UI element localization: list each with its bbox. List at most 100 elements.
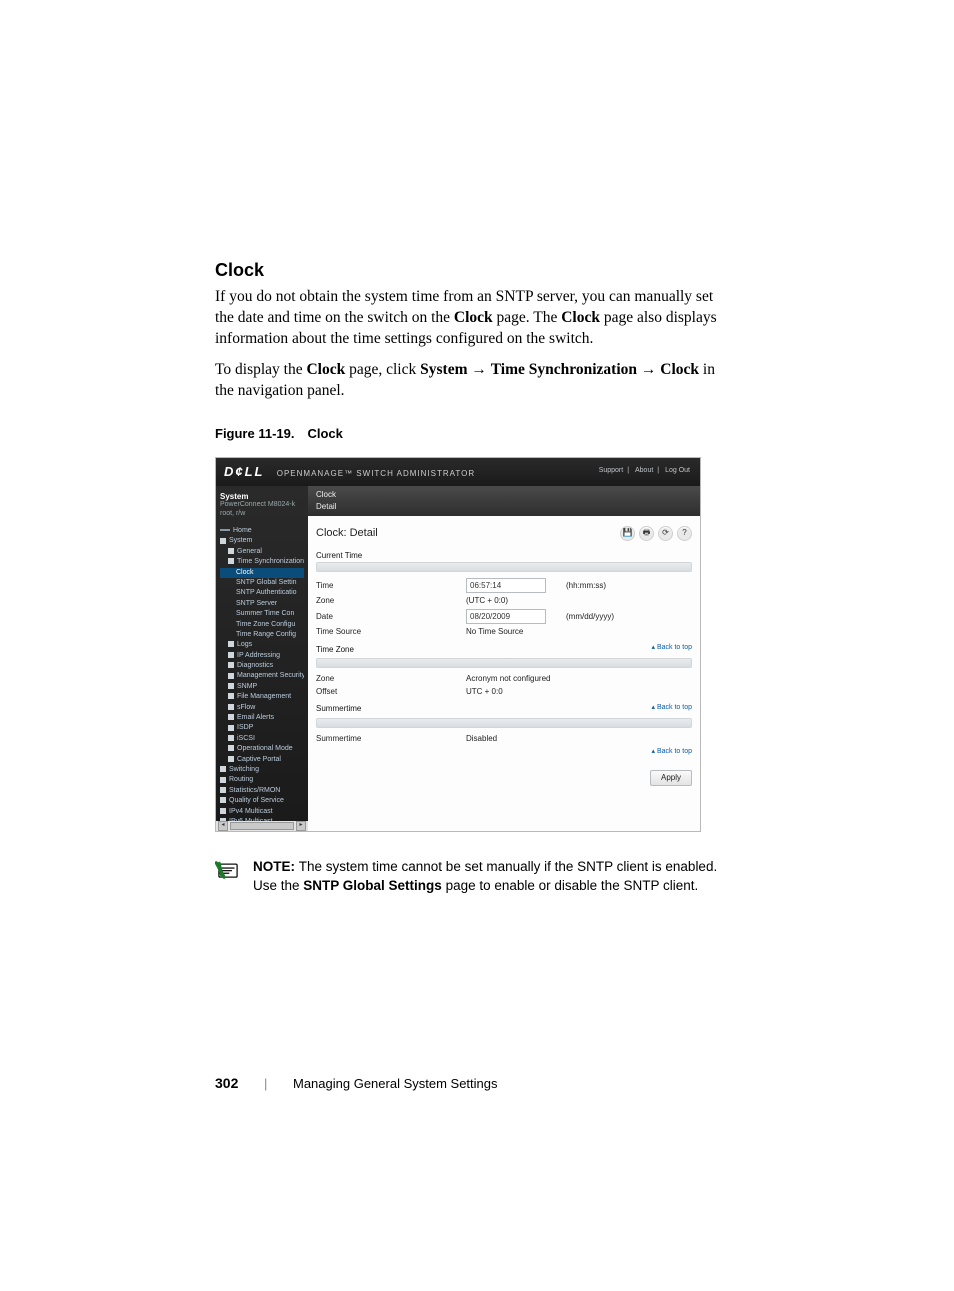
text: → xyxy=(467,361,490,378)
nav-tree-item[interactable]: Time Zone Configu xyxy=(220,620,304,630)
section-time-zone: Time Zone xyxy=(316,645,354,655)
nav-tree-item[interactable]: Clock xyxy=(220,568,304,578)
nav-tree-item[interactable]: System xyxy=(220,536,304,546)
nav-tree-item[interactable]: SNTP Server xyxy=(220,599,304,609)
nav-tree-item[interactable]: Summer Time Con xyxy=(220,609,304,619)
nav-tree-item[interactable]: sFlow xyxy=(220,703,304,713)
footer-divider: | xyxy=(264,1076,267,1091)
back-to-top-link[interactable]: Back to top xyxy=(316,748,692,756)
nav-tree-item[interactable]: Captive Portal xyxy=(220,755,304,765)
nav-tree-item[interactable]: Statistics/RMON xyxy=(220,786,304,796)
back-to-top-link[interactable]: Back to top xyxy=(652,704,693,712)
section-summertime: Summertime xyxy=(316,704,361,714)
figure-caption: Figure 11-19. Clock xyxy=(215,426,734,441)
breadcrumb: Clock Detail xyxy=(308,486,700,516)
nav-tree-item[interactable]: Time Range Config xyxy=(220,630,304,640)
time-zone-grid: Zone Acronym not configured Offset UTC + 0:… xyxy=(316,674,692,696)
field-label: Offset xyxy=(316,687,456,697)
text-input[interactable]: 06:57:14 xyxy=(466,578,546,593)
breadcrumb-top: Clock xyxy=(316,490,692,500)
text-bold: Clock xyxy=(454,309,493,326)
page-footer: 302 | Managing General System Settings xyxy=(215,1075,734,1091)
apply-button[interactable]: Apply xyxy=(650,770,692,786)
main-content: Clock Detail Clock: Detail 💾 🖶 ⟳ ? Curre… xyxy=(308,486,700,832)
note-icon xyxy=(215,860,241,880)
text-bold: Clock xyxy=(561,309,600,326)
nav-tree-item[interactable]: SNMP xyxy=(220,682,304,692)
link-about[interactable]: About xyxy=(633,467,655,474)
system-title: System xyxy=(220,492,304,502)
section-divider xyxy=(316,562,692,572)
scroll-left-icon[interactable]: ◂ xyxy=(218,821,228,831)
field-value: UTC + 0:0 xyxy=(466,687,556,697)
text-bold: Time Synchronization xyxy=(491,361,637,378)
current-time-grid: Time06:57:14(hh:mm:ss)Zone(UTC + 0:0)Dat… xyxy=(316,578,692,636)
nav-tree-item[interactable]: Home xyxy=(220,526,304,536)
nav-tree[interactable]: HomeSystemGeneralTime SynchronizationClo… xyxy=(220,526,304,827)
back-to-top-link[interactable]: Back to top xyxy=(652,644,693,652)
nav-sidebar: System PowerConnect M8024-k root, r/w Ho… xyxy=(216,486,308,832)
link-support[interactable]: Support xyxy=(597,467,626,474)
app-title: OPENMANAGE™ SWITCH ADMINISTRATOR xyxy=(277,469,475,478)
sidebar-scrollbar[interactable]: ◂ ▸ xyxy=(216,821,308,831)
text-bold: SNTP Global Settings xyxy=(303,878,442,893)
paragraph-1: If you do not obtain the system time fro… xyxy=(215,287,734,350)
text: To display the xyxy=(215,361,306,378)
text: → xyxy=(637,361,660,378)
save-icon[interactable]: 💾 xyxy=(620,526,635,541)
text: page, click xyxy=(345,361,420,378)
section-current-time: Current Time xyxy=(316,551,692,561)
nav-tree-item[interactable]: Time Synchronization xyxy=(220,557,304,567)
dell-logo: D¢LL xyxy=(224,464,265,479)
nav-tree-item[interactable]: Routing xyxy=(220,775,304,785)
nav-tree-item[interactable]: ISDP xyxy=(220,723,304,733)
nav-tree-item[interactable]: iSCSI xyxy=(220,734,304,744)
text-bold: Clock xyxy=(306,361,345,378)
scroll-thumb[interactable] xyxy=(230,822,294,830)
field-hint: (hh:mm:ss) xyxy=(566,581,692,591)
text-bold: System xyxy=(420,361,467,378)
note-block: NOTE: The system time cannot be set manu… xyxy=(215,858,734,894)
text-bold: Clock xyxy=(660,361,699,378)
nav-tree-item[interactable]: IP Addressing xyxy=(220,651,304,661)
nav-tree-item[interactable]: General xyxy=(220,547,304,557)
field-value: No Time Source xyxy=(466,627,556,637)
breadcrumb-sub: Detail xyxy=(316,502,692,512)
nav-tree-item[interactable]: Quality of Service xyxy=(220,796,304,806)
refresh-icon[interactable]: ⟳ xyxy=(658,526,673,541)
field-label: Summertime xyxy=(316,734,456,744)
help-icon[interactable]: ? xyxy=(677,526,692,541)
nav-tree-item[interactable]: Operational Mode xyxy=(220,744,304,754)
nav-tree-item[interactable]: Diagnostics xyxy=(220,661,304,671)
section-divider xyxy=(316,718,692,728)
nav-tree-item[interactable]: SNTP Authenticatio xyxy=(220,588,304,598)
section-heading: Clock xyxy=(215,260,734,281)
topbar-links: Support| About| Log Out xyxy=(597,467,692,475)
link-logout[interactable]: Log Out xyxy=(663,467,692,474)
page-title: Clock: Detail xyxy=(316,527,378,540)
text: page. The xyxy=(493,309,562,326)
paragraph-2: To display the Clock page, click System … xyxy=(215,360,734,402)
field-value: Acronym not configured xyxy=(466,674,556,684)
field-label: Zone xyxy=(316,596,456,606)
field-label: Time Source xyxy=(316,627,456,637)
note-text: NOTE: The system time cannot be set manu… xyxy=(253,858,734,894)
field-value: Disabled xyxy=(466,734,556,744)
nav-tree-item[interactable]: IPv4 Multicast xyxy=(220,807,304,817)
app-topbar: D¢LL OPENMANAGE™ SWITCH ADMINISTRATOR Su… xyxy=(216,458,700,486)
field-value: (UTC + 0:0) xyxy=(466,596,556,606)
nav-tree-item[interactable]: File Management xyxy=(220,692,304,702)
field-label: Zone xyxy=(316,674,456,684)
nav-tree-item[interactable]: Logs xyxy=(220,640,304,650)
footer-title: Managing General System Settings xyxy=(293,1076,498,1091)
nav-tree-item[interactable]: Switching xyxy=(220,765,304,775)
nav-tree-item[interactable]: SNTP Global Settin xyxy=(220,578,304,588)
nav-tree-item[interactable]: Management Security xyxy=(220,671,304,681)
page-number: 302 xyxy=(215,1075,238,1091)
text-input[interactable]: 08/20/2009 xyxy=(466,609,546,624)
scroll-right-icon[interactable]: ▸ xyxy=(296,821,306,831)
screenshot-clock-page: D¢LL OPENMANAGE™ SWITCH ADMINISTRATOR Su… xyxy=(215,457,701,833)
text: page to enable or disable the SNTP clien… xyxy=(442,878,698,893)
print-icon[interactable]: 🖶 xyxy=(639,526,654,541)
nav-tree-item[interactable]: Email Alerts xyxy=(220,713,304,723)
